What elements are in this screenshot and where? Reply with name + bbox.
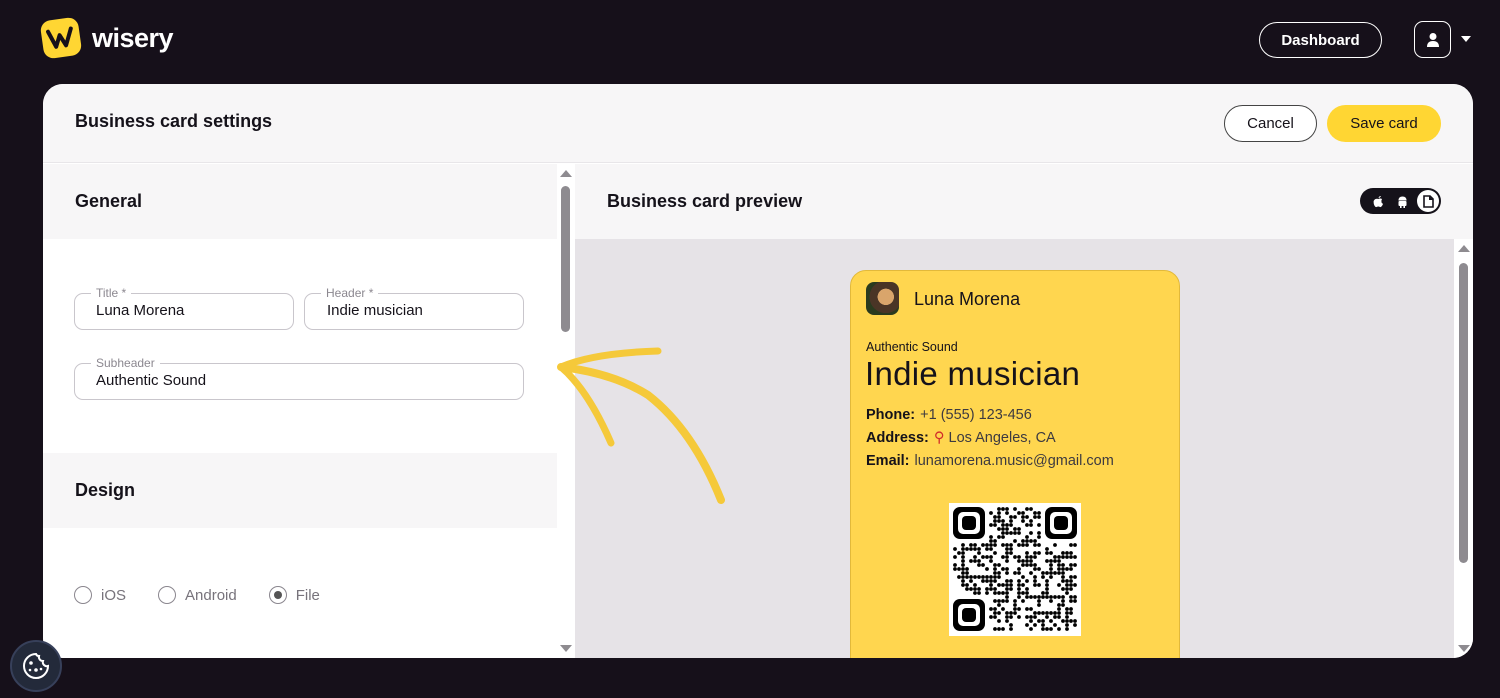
user-icon	[1426, 32, 1439, 47]
title-field[interactable]: Title *	[74, 285, 294, 330]
radio-android-circle[interactable]	[158, 586, 177, 604]
radio-ios-circle[interactable]	[74, 586, 92, 604]
preview-scroll-down-icon[interactable]	[1458, 645, 1470, 652]
general-section-header: General	[43, 164, 557, 239]
design-heading: Design	[75, 480, 136, 500]
preview-scrollbar[interactable]	[1454, 239, 1473, 658]
phone-value: +1 (555) 123-456	[920, 407, 1032, 423]
preview-scroll-up-icon[interactable]	[1458, 245, 1470, 252]
preview-header: Business card preview	[575, 164, 1473, 239]
radio-android-label: Android	[185, 586, 237, 604]
android-icon[interactable]	[1390, 190, 1414, 212]
avatar	[866, 282, 899, 315]
cookie-icon	[23, 652, 50, 679]
header-input[interactable]	[327, 302, 515, 319]
header-field-label: Header *	[321, 285, 379, 301]
card-header: Indie musician	[865, 355, 1081, 392]
cookie-settings-button[interactable]	[10, 640, 62, 692]
caret-down-icon[interactable]	[1460, 35, 1472, 43]
scroll-up-icon[interactable]	[560, 170, 572, 177]
radio-android[interactable]: Android	[158, 586, 237, 604]
logo-text: wisery	[92, 22, 174, 53]
panel-header: Business card settings Cancel Save card	[43, 84, 1473, 163]
general-heading: General	[75, 191, 143, 211]
radio-file-label: File	[295, 586, 320, 604]
card-phone-row: Phone: +1 (555) 123-456	[866, 407, 1032, 423]
business-card-preview: Luna Morena Authentic Sound Indie musici…	[850, 270, 1180, 658]
page-title: Business card settings	[75, 111, 273, 131]
radio-file-circle[interactable]	[268, 586, 287, 604]
platform-radio-group: iOS Android File	[74, 586, 352, 604]
email-label: Email:	[866, 453, 910, 469]
email-value: lunamorena.music@gmail.com	[914, 453, 1114, 469]
file-icon[interactable]	[1417, 190, 1439, 212]
wisery-logo[interactable]: wisery	[39, 16, 174, 60]
address-value: Los Angeles, CA	[948, 430, 1056, 446]
card-address-row: Address: ⚲ Los Angeles, CA	[866, 430, 1056, 446]
scroll-down-icon[interactable]	[560, 645, 572, 652]
cancel-button[interactable]: Cancel	[1224, 105, 1317, 142]
address-label: Address:	[866, 430, 929, 446]
subheader-field[interactable]: Subheader	[74, 355, 524, 400]
card-email-row: Email: lunamorena.music@gmail.com	[866, 453, 1114, 469]
user-menu-button[interactable]	[1414, 21, 1451, 58]
qr-code	[949, 503, 1081, 636]
settings-column: General Title * Header * Subheader Desig…	[43, 164, 557, 658]
card-name: Luna Morena	[914, 289, 1021, 309]
phone-label: Phone:	[866, 407, 916, 423]
title-input[interactable]	[96, 302, 284, 319]
apple-icon[interactable]	[1366, 190, 1390, 212]
yellow-arrow-annotation	[557, 347, 725, 504]
dashboard-button[interactable]: Dashboard	[1259, 22, 1382, 58]
wisery-logo-mark-icon	[39, 16, 83, 60]
subheader-field-label: Subheader	[91, 355, 160, 371]
design-section-header: Design	[43, 453, 557, 528]
pin-icon: ⚲	[933, 430, 945, 446]
business-card-settings-panel: Business card settings Cancel Save card …	[43, 84, 1473, 658]
settings-scrollbar-thumb[interactable]	[561, 186, 570, 332]
subheader-input[interactable]	[96, 372, 514, 389]
preview-scrollbar-thumb[interactable]	[1459, 263, 1468, 563]
save-card-button[interactable]: Save card	[1327, 105, 1441, 142]
radio-file[interactable]: File	[268, 586, 320, 604]
title-field-label: Title *	[91, 285, 132, 301]
card-subheader: Authentic Sound	[866, 340, 958, 354]
platform-toggle[interactable]	[1360, 188, 1441, 214]
radio-ios-label: iOS	[101, 586, 127, 604]
preview-title: Business card preview	[607, 191, 803, 211]
radio-ios[interactable]: iOS	[74, 586, 126, 604]
header-field[interactable]: Header *	[304, 285, 524, 330]
